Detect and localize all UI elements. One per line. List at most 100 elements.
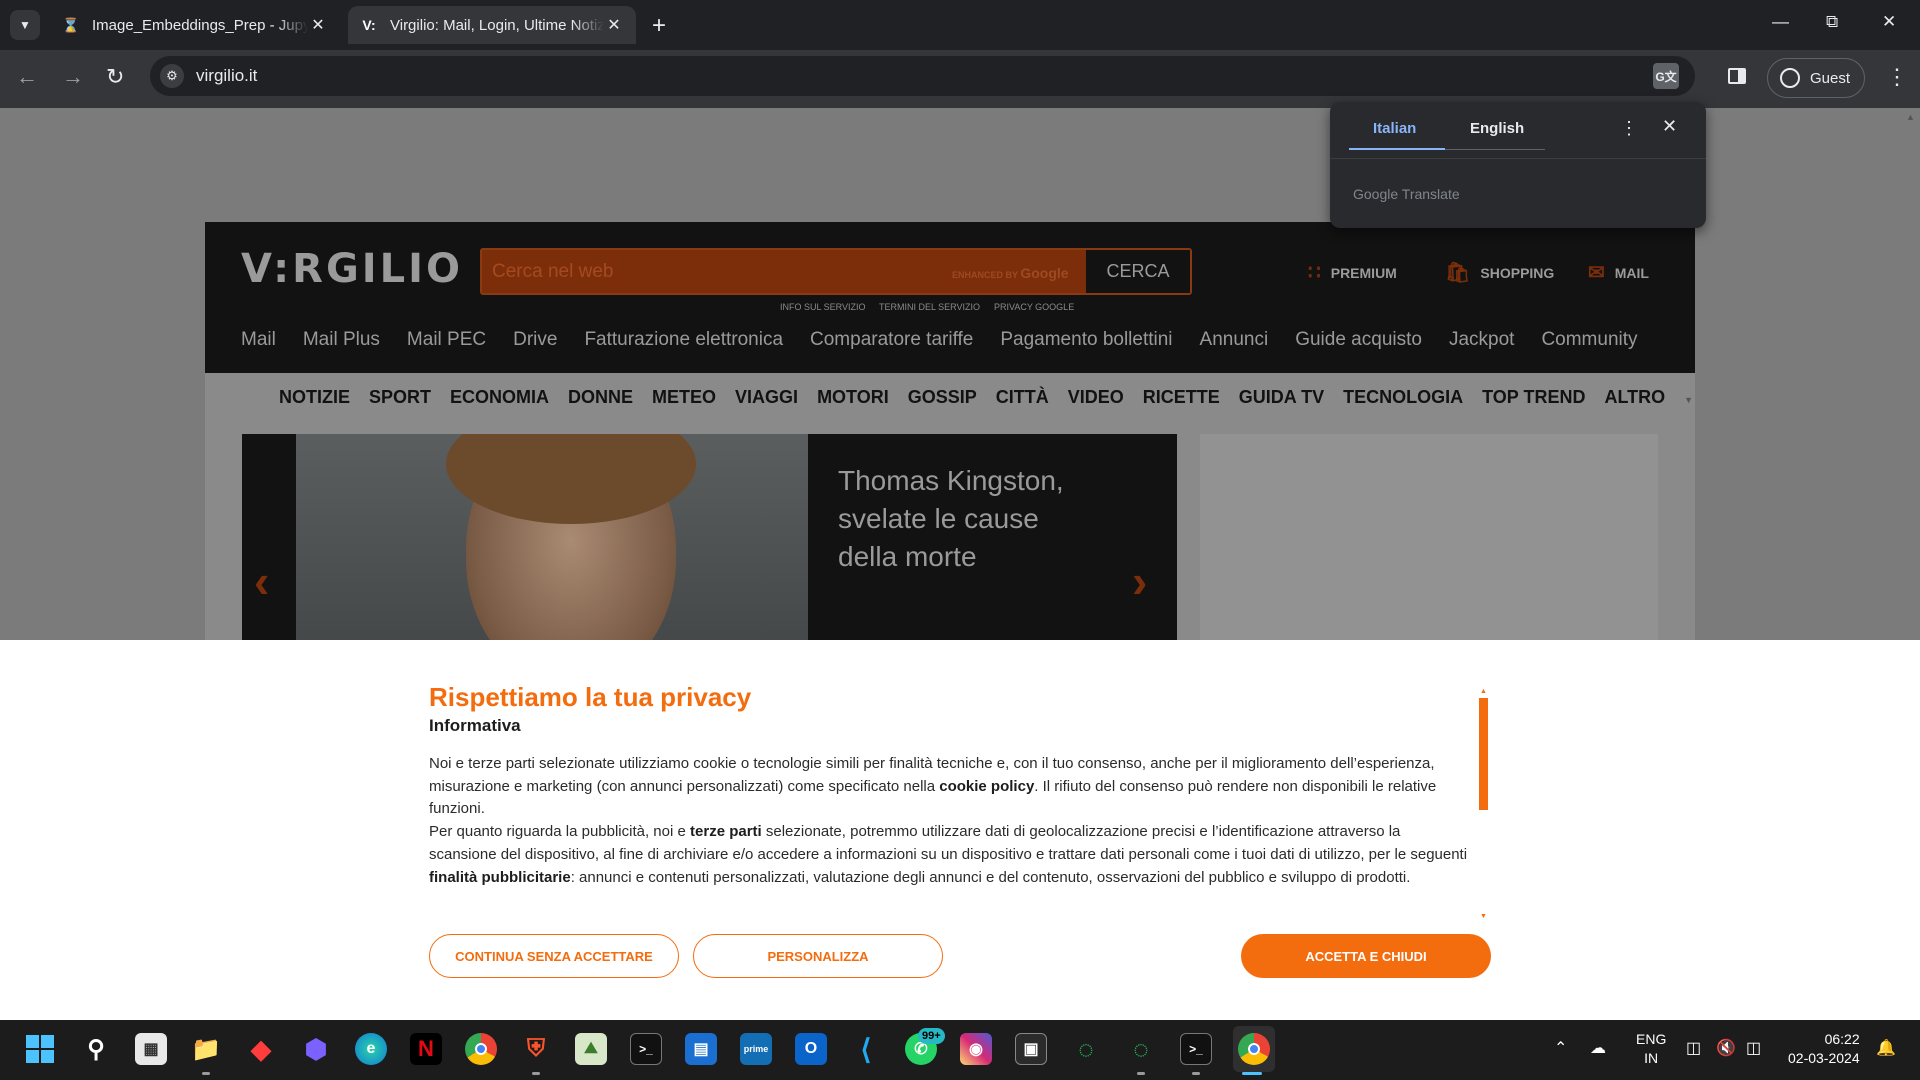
service-link[interactable]: Comparatore tariffe <box>810 329 973 351</box>
tab-virgilio[interactable]: V: Virgilio: Mail, Login, Ultime Notizie… <box>348 6 636 44</box>
search-icon[interactable]: ⚲ <box>80 1033 112 1065</box>
hero-image[interactable] <box>296 434 808 640</box>
close-tab-icon[interactable]: ✕ <box>604 15 624 35</box>
input-language[interactable]: ENG IN <box>1636 1030 1666 1068</box>
scroll-up-icon[interactable]: ▲ <box>1906 112 1915 122</box>
hero-headline[interactable]: Thomas Kingston, svelate le cause della … <box>838 462 1098 576</box>
carousel-next-icon[interactable]: › <box>1132 554 1147 608</box>
window-close-icon[interactable]: ✕ <box>1882 12 1896 32</box>
start-icon[interactable] <box>24 1033 56 1065</box>
category-link[interactable]: VIAGGI <box>735 387 798 408</box>
terminal-icon[interactable]: >_ <box>630 1033 662 1065</box>
scrollbar-thumb[interactable] <box>1479 698 1488 810</box>
source-language-tab[interactable]: Italian <box>1373 120 1416 137</box>
category-link[interactable]: METEO <box>652 387 716 408</box>
side-panel-icon[interactable] <box>1728 68 1746 84</box>
category-link[interactable]: RICETTE <box>1143 387 1220 408</box>
category-link[interactable]: TOP TREND <box>1482 387 1585 408</box>
category-link[interactable]: TECNOLOGIA <box>1343 387 1463 408</box>
brave-icon[interactable]: ⛨ <box>520 1033 552 1065</box>
service-link[interactable]: Mail PEC <box>407 329 486 351</box>
loading-app-icon[interactable]: ◌ <box>1070 1033 1102 1065</box>
customize-button[interactable]: PERSONALIZZA <box>693 934 943 978</box>
hero-carousel[interactable]: ‹ Thomas Kingston, svelate le cause dell… <box>242 434 1177 640</box>
mail-link[interactable]: ✉ MAIL <box>1588 260 1649 285</box>
clock[interactable]: 06:22 02-03-2024 <box>1788 1030 1860 1068</box>
browser-menu-icon[interactable]: ⋮ <box>1886 64 1908 90</box>
legal-link[interactable]: TERMINI DEL SERVIZIO <box>879 302 980 312</box>
cookie-policy-link[interactable]: cookie policy <box>939 778 1034 795</box>
scroll-up-icon[interactable]: ▲ <box>1480 688 1487 695</box>
target-language-tab[interactable]: English <box>1470 120 1524 137</box>
service-link[interactable]: Guide acquisto <box>1295 329 1422 351</box>
forward-icon[interactable]: → <box>62 64 84 90</box>
image-viewer-icon[interactable]: ⛰ <box>575 1033 607 1065</box>
shopping-link[interactable]: 🛍 SHOPPING <box>1445 260 1554 285</box>
copilot-icon[interactable]: ⬢ <box>300 1033 332 1065</box>
scroll-down-icon[interactable]: ▼ <box>1480 913 1487 920</box>
cookie-scrollbar[interactable]: ▲ ▼ <box>1479 688 1488 920</box>
category-link[interactable]: GUIDA TV <box>1239 387 1324 408</box>
window-app-icon[interactable]: ▣ <box>1015 1033 1047 1065</box>
continue-without-accepting-button[interactable]: CONTINUA SENZA ACCETTARE <box>429 934 679 978</box>
reload-icon[interactable]: ↻ <box>106 64 124 90</box>
service-link[interactable]: Mail Plus <box>303 329 380 351</box>
back-icon[interactable]: ← <box>16 64 38 90</box>
category-link[interactable]: CITTÀ <box>996 387 1049 408</box>
service-link[interactable]: Pagamento bollettini <box>1000 329 1172 351</box>
category-link[interactable]: ECONOMIA <box>450 387 549 408</box>
tab-search-button[interactable]: ▼ <box>10 10 40 40</box>
accept-and-close-button[interactable]: ACCETTA E CHIUDI <box>1241 934 1491 978</box>
category-more[interactable]: ALTRO ▼ <box>1605 387 1713 408</box>
new-tab-icon[interactable]: + <box>652 12 666 40</box>
restore-icon[interactable]: ⧉ <box>1826 12 1838 32</box>
loading-app-icon[interactable]: ◌ <box>1125 1033 1157 1065</box>
outlook-icon[interactable]: O <box>795 1033 827 1065</box>
profile-button[interactable]: Guest <box>1767 58 1865 98</box>
minimize-icon[interactable]: — <box>1772 12 1789 32</box>
chrome-icon[interactable] <box>465 1033 497 1065</box>
ad-purposes-link[interactable]: finalità pubblicitarie <box>429 869 571 886</box>
category-link[interactable]: GOSSIP <box>908 387 977 408</box>
service-link[interactable]: Mail <box>241 329 276 351</box>
prime-video-icon[interactable]: prime <box>740 1033 772 1065</box>
service-link[interactable]: Jackpot <box>1449 329 1514 351</box>
netflix-icon[interactable]: N <box>410 1033 442 1065</box>
chrome-icon[interactable] <box>1238 1033 1270 1065</box>
category-link[interactable]: MOTORI <box>817 387 889 408</box>
url-text[interactable]: virgilio.it <box>196 66 257 86</box>
address-bar[interactable]: ⚙ virgilio.it G文 <box>150 56 1695 96</box>
battery-icon[interactable]: ◫ <box>1746 1038 1761 1058</box>
service-link[interactable]: Drive <box>513 329 557 351</box>
premium-link[interactable]: ∷ PREMIUM <box>1308 260 1397 285</box>
virgilio-logo[interactable]: V:RGILIO <box>241 246 463 292</box>
service-link[interactable]: Fatturazione elettronica <box>584 329 783 351</box>
category-link[interactable]: VIDEO <box>1068 387 1124 408</box>
vscode-icon[interactable]: ⟨ <box>850 1033 882 1065</box>
service-link[interactable]: Community <box>1541 329 1637 351</box>
terminal-icon[interactable]: >_ <box>1180 1033 1212 1065</box>
tab-jupyter[interactable]: ⌛ Image_Embeddings_Prep - Jupyter ✕ <box>50 6 340 44</box>
anydesk-icon[interactable]: ◆ <box>245 1033 277 1065</box>
edge-icon[interactable]: e <box>355 1033 387 1065</box>
file-explorer-icon[interactable]: 📁 <box>190 1033 222 1065</box>
category-link[interactable]: SPORT <box>369 387 431 408</box>
notepad-icon[interactable]: ▤ <box>685 1033 717 1065</box>
close-icon[interactable]: ✕ <box>1662 116 1677 137</box>
close-tab-icon[interactable]: ✕ <box>308 15 328 35</box>
network-icon[interactable]: ◫ <box>1686 1038 1701 1058</box>
legal-link[interactable]: PRIVACY GOOGLE <box>994 302 1074 312</box>
translate-icon[interactable]: G文 <box>1653 63 1679 89</box>
onedrive-icon[interactable]: ☁ <box>1590 1038 1606 1058</box>
legal-link[interactable]: INFO SUL SERVIZIO <box>780 302 866 312</box>
site-info-icon[interactable]: ⚙ <box>160 64 184 88</box>
carousel-prev-icon[interactable]: ‹ <box>254 554 269 608</box>
notifications-icon[interactable]: 🔔 <box>1876 1038 1896 1058</box>
search-button[interactable]: CERCA <box>1086 250 1190 293</box>
service-link[interactable]: Annunci <box>1200 329 1269 351</box>
store-icon[interactable]: ▦ <box>135 1033 167 1065</box>
category-link[interactable]: NOTIZIE <box>279 387 350 408</box>
third-parties-link[interactable]: terze parti <box>690 823 762 840</box>
category-link[interactable]: DONNE <box>568 387 633 408</box>
instagram-icon[interactable]: ◉ <box>960 1033 992 1065</box>
